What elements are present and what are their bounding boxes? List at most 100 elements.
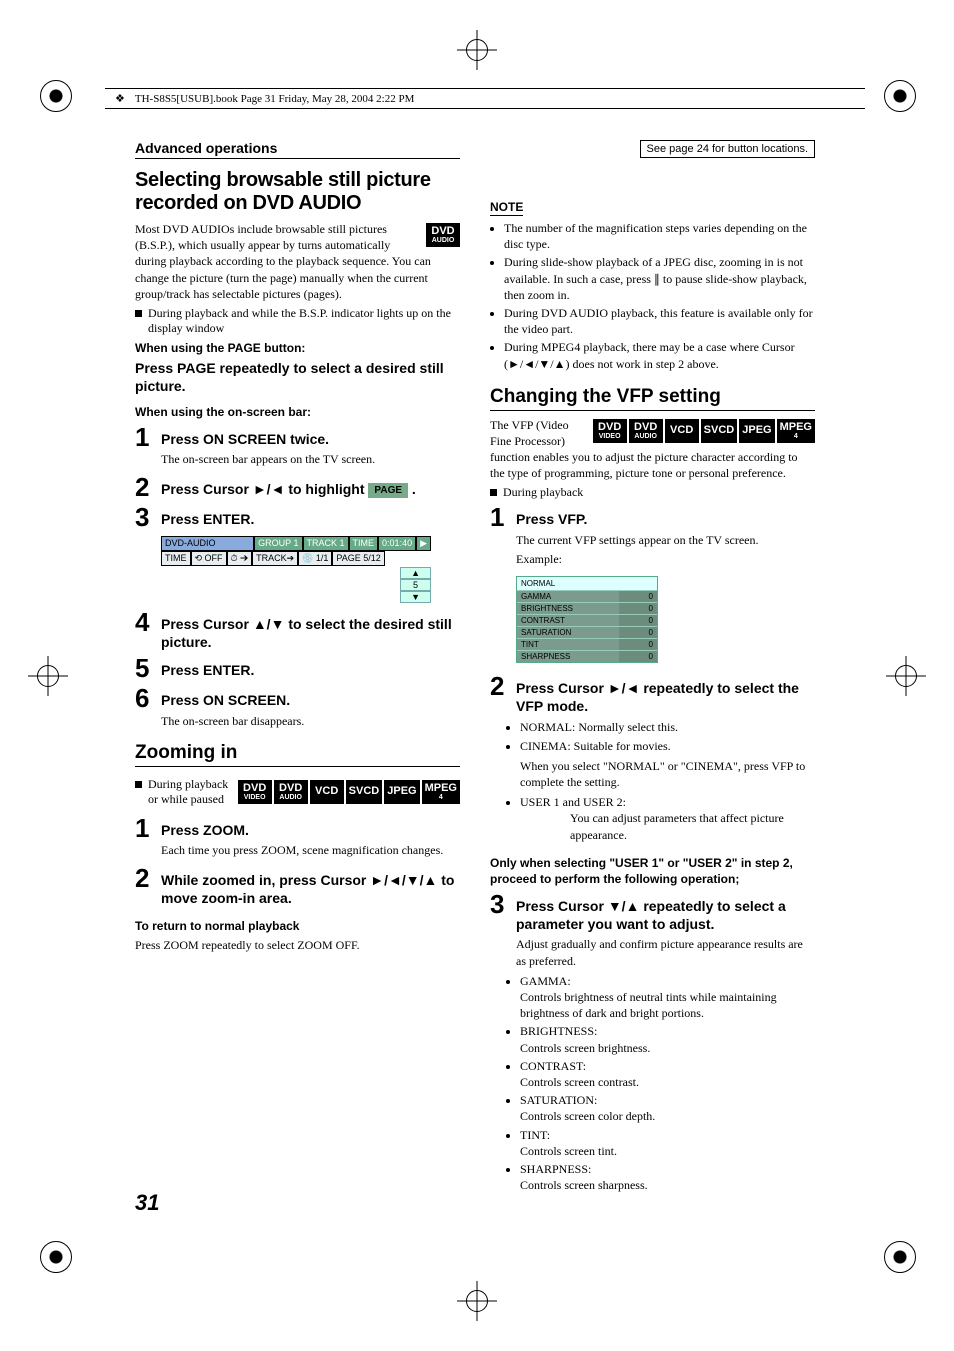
page: ❖ TH-S8S5[USUB].book Page 31 Friday, May… [0,0,954,1351]
badge-subtext: 4 [794,433,798,440]
step-4: 4 Press Cursor ▲/▼ to select the desired… [135,609,460,651]
osd-cell: 0:01:40 [378,536,416,551]
param-desc: Controls screen brightness. [520,1040,815,1056]
osd-cell: ⟲ OFF [191,551,227,566]
badge-subtext: AUDIO [432,237,455,244]
step-title: Press Cursor ►/◄ to highlight PAGE . [161,480,460,498]
mode-val: Suitable for movies. [574,739,671,753]
param-item: GAMMA:Controls brightness of neutral tin… [520,973,815,1022]
text: Press Cursor [161,616,253,632]
format-badge: DVDVIDEO [593,419,627,443]
param-key: SATURATION: [520,1092,815,1108]
step-number: 1 [135,424,155,450]
osd-cell: TRACK➔ [252,551,298,566]
condition-heading: Only when selecting "USER 1" or "USER 2"… [490,855,815,887]
heading-zooming: Zooming in [135,742,460,767]
note-item: During MPEG4 playback, there may be a ca… [504,339,815,371]
crop-mark-icon [874,1231,924,1281]
badge-text: MPEG [425,783,457,794]
cursor-arrows-icon: ►/◄/▼/▲ [370,872,437,888]
param-list: GAMMA:Controls brightness of neutral tin… [520,973,815,1193]
badge-text: MPEG [780,422,812,433]
mode-key: CINEMA: [520,739,571,753]
step-number: 3 [490,891,510,917]
osd-cell: GROUP 1 [254,536,302,551]
intro-paragraph: Most DVD AUDIOs include browsable still … [135,221,460,302]
vfp-value: 0 [619,639,657,651]
file-header: ❖ TH-S8S5[USUB].book Page 31 Friday, May… [105,88,865,109]
note-list: The number of the magnification steps va… [504,220,815,372]
badge-text: DVD [243,783,266,794]
format-badge: DVDVIDEO [238,780,272,804]
crop-mark-icon [30,1231,80,1281]
param-desc: Controls brightness of neutral tints whi… [520,989,815,1021]
registration-mark-icon [886,656,926,696]
badge-text: VCD [315,786,338,797]
step-3: 3 Press ENTER. [135,504,460,530]
step-number: 1 [135,815,155,841]
vfp-param: TINT [517,639,619,651]
vfp-table: GAMMA0BRIGHTNESS0CONTRAST0SATURATION0TIN… [517,590,657,662]
step-title: Press ENTER. [161,510,460,528]
step-title: Press ON SCREEN. [161,691,460,709]
badge-text: DVD [279,783,302,794]
param-key: SHARPNESS: [520,1161,815,1177]
mode-item: CINEMA: Suitable for movies. [520,738,815,754]
mode-key: USER 1 and USER 2: [520,795,626,809]
param-item: SHARPNESS:Controls screen sharpness. [520,1161,815,1193]
note-item: During DVD AUDIO playback, this feature … [504,305,815,337]
mode-note: When you select "NORMAL" or "CINEMA", pr… [520,758,815,790]
vfp-step-1: 1 Press VFP. The current VFP settings ap… [490,504,815,570]
registration-mark-icon [457,1281,497,1321]
square-bullet-icon [135,781,142,788]
text: Press Cursor [516,680,608,696]
step-sub: The on-screen bar disappears. [161,713,460,729]
format-badges: DVDVIDEODVDAUDIOVCDSVCDJPEGMPEG4 [238,780,460,804]
heading-browsable: Selecting browsable still picture record… [135,169,460,215]
param-item: CONTRAST:Controls screen contrast. [520,1058,815,1090]
param-item: SATURATION:Controls screen color depth. [520,1092,815,1124]
osd-cell: 💿 1/1 [298,551,332,566]
badge-text: JPEG [742,425,771,436]
badge-subtext: 4 [439,794,443,801]
mode-val: Normally select this. [578,720,678,734]
mode-item: NORMAL: Normally select this. [520,719,815,735]
note-item: During slide-show playback of a JPEG dis… [504,254,815,303]
cursor-arrows-icon: ▼/▲ [608,898,640,914]
file-header-text: TH-S8S5[USUB].book Page 31 Friday, May 2… [135,93,415,105]
step-number: 2 [135,474,155,500]
registration-mark-icon [457,30,497,70]
pager-up-icon: ▲ [400,567,431,579]
note-item: The number of the magnification steps va… [504,220,815,252]
text: to highlight [284,481,368,497]
badge-text: JPEG [387,786,416,797]
vfp-param: SHARPNESS [517,651,619,663]
format-badge: JPEG [384,780,419,804]
play-icon: ▶ [416,536,431,551]
osd-cell: TIME [349,536,379,551]
square-bullet-icon [135,310,142,317]
section-header: Advanced operations [135,140,460,159]
heading-vfp: Changing the VFP setting [490,386,815,411]
condition-item: During playback [490,485,815,500]
page-chip: PAGE [368,483,408,498]
badge-subtext: AUDIO [279,794,302,801]
format-badge: VCD [665,419,699,443]
param-desc: Controls screen color depth. [520,1108,815,1124]
format-badge: MPEG4 [777,419,815,443]
step-sub: The current VFP settings appear on the T… [516,532,815,548]
step-5: 5 Press ENTER. [135,655,460,681]
param-item: BRIGHTNESS:Controls screen brightness. [520,1023,815,1055]
vfp-value: 0 [619,651,657,663]
format-badges: DVDVIDEODVDAUDIOVCDSVCDJPEGMPEG4 [593,419,815,443]
pager-down-icon: ▼ [400,591,431,603]
instruction: Press PAGE repeatedly to select a desire… [135,359,460,395]
step-number: 5 [135,655,155,681]
cursor-arrows-icon: ►/◄ [608,680,640,696]
condition-text: During playback or while paused [148,777,230,807]
square-bullet-icon [490,489,497,496]
osd-pager: ▲ 5 ▼ [161,567,431,603]
badge-subtext: VIDEO [244,794,266,801]
step-number: 3 [135,504,155,530]
vfp-param: BRIGHTNESS [517,603,619,615]
